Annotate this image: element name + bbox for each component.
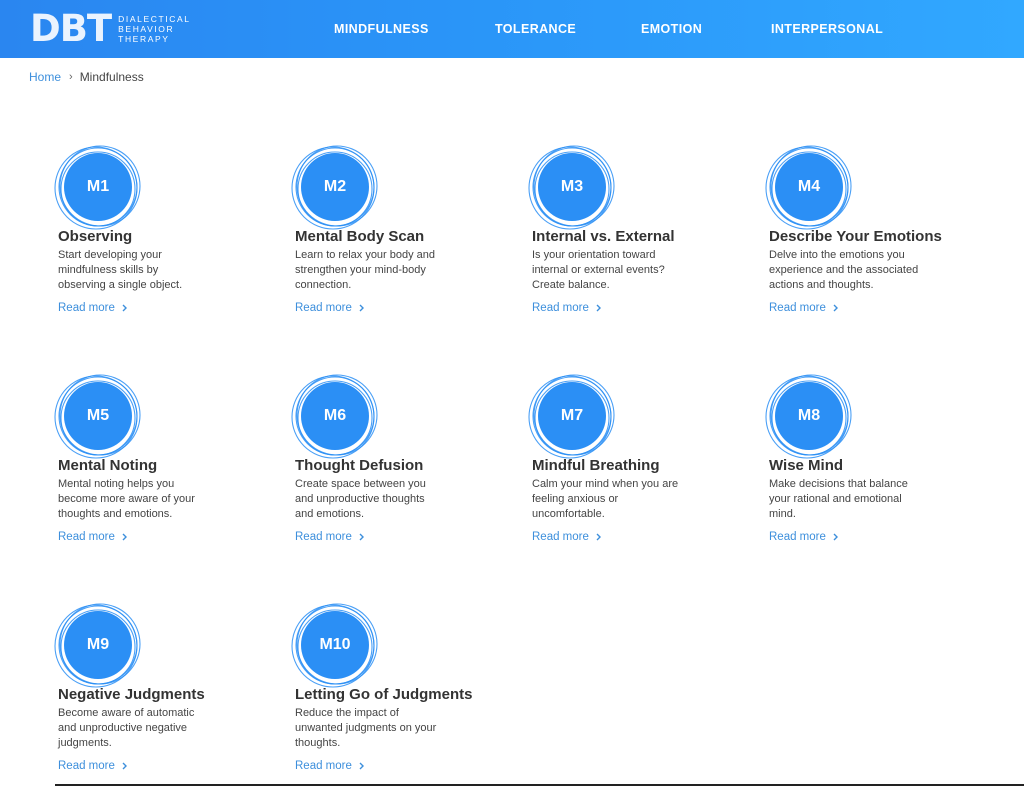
- read-more-label: Read more: [58, 531, 115, 543]
- module-title[interactable]: Negative Judgments: [58, 686, 205, 703]
- chevron-right-icon: [596, 533, 601, 541]
- module-badge-icon[interactable]: M3: [524, 139, 620, 235]
- module-description: Mental noting helps you become more awar…: [58, 478, 195, 520]
- module-description: Start developing your mindfulness skills…: [58, 249, 183, 291]
- module-code: M9: [64, 611, 132, 679]
- nav-emotion[interactable]: EMOTION: [641, 22, 702, 36]
- read-more-label: Read more: [58, 760, 115, 772]
- chevron-right-icon: [833, 304, 838, 312]
- module-badge-icon[interactable]: M4: [761, 139, 857, 235]
- module-code: M3: [538, 153, 606, 221]
- read-more-label: Read more: [769, 302, 826, 314]
- module-description: Reduce the impact of unwanted judgments …: [295, 707, 437, 749]
- module-title[interactable]: Wise Mind: [769, 457, 843, 474]
- read-more-label: Read more: [532, 531, 589, 543]
- chevron-right-icon: [359, 304, 364, 312]
- module-code: M2: [301, 153, 369, 221]
- module-badge-icon[interactable]: M10: [287, 597, 383, 693]
- module-title[interactable]: Observing: [58, 228, 132, 245]
- chevron-right-icon: [122, 304, 127, 312]
- chevron-right-icon: [122, 762, 127, 770]
- breadcrumb-home-link[interactable]: Home: [29, 70, 61, 84]
- read-more-link[interactable]: Read more: [58, 760, 127, 772]
- module-code: M7: [538, 382, 606, 450]
- module-badge-icon[interactable]: M5: [50, 368, 146, 464]
- module-code: M1: [64, 153, 132, 221]
- site-header: DBT DIALECTICAL BEHAVIOR THERAPY MINDFUL…: [0, 0, 1024, 58]
- chevron-right-icon: [359, 762, 364, 770]
- module-title[interactable]: Describe Your Emotions: [769, 228, 942, 245]
- nav-tolerance[interactable]: TOLERANCE: [495, 22, 576, 36]
- nav-mindfulness[interactable]: MINDFULNESS: [334, 22, 429, 36]
- module-description: Make decisions that balance your rationa…: [769, 478, 908, 520]
- module-badge-icon[interactable]: M7: [524, 368, 620, 464]
- module-title[interactable]: Mental Body Scan: [295, 228, 424, 245]
- read-more-link[interactable]: Read more: [769, 531, 838, 543]
- module-title[interactable]: Mindful Breathing: [532, 457, 660, 474]
- module-badge-icon[interactable]: M2: [287, 139, 383, 235]
- read-more-link[interactable]: Read more: [295, 531, 364, 543]
- module-badge-icon[interactable]: M8: [761, 368, 857, 464]
- chevron-right-icon: [596, 304, 601, 312]
- breadcrumb-chevron-icon: ›: [69, 71, 73, 83]
- module-title[interactable]: Letting Go of Judgments: [295, 686, 473, 703]
- read-more-link[interactable]: Read more: [532, 531, 601, 543]
- module-description: Calm your mind when you are feeling anxi…: [532, 478, 679, 520]
- nav-interpersonal[interactable]: INTERPERSONAL: [771, 22, 883, 36]
- read-more-label: Read more: [295, 531, 352, 543]
- read-more-label: Read more: [295, 302, 352, 314]
- module-badge-icon[interactable]: M6: [287, 368, 383, 464]
- module-code: M10: [301, 611, 369, 679]
- module-code: M8: [775, 382, 843, 450]
- module-code: M6: [301, 382, 369, 450]
- chevron-right-icon: [122, 533, 127, 541]
- module-description: Delve into the emotions you experience a…: [769, 249, 919, 291]
- module-description: Is your orientation toward internal or e…: [532, 249, 665, 291]
- module-code: M5: [64, 382, 132, 450]
- module-description: Create space between you and unproductiv…: [295, 478, 426, 520]
- read-more-link[interactable]: Read more: [532, 302, 601, 314]
- breadcrumb: Home › Mindfulness: [29, 70, 144, 84]
- read-more-label: Read more: [532, 302, 589, 314]
- module-code: M4: [775, 153, 843, 221]
- module-title[interactable]: Internal vs. External: [532, 228, 675, 245]
- read-more-link[interactable]: Read more: [58, 531, 127, 543]
- read-more-label: Read more: [295, 760, 352, 772]
- module-badge-icon[interactable]: M1: [50, 139, 146, 235]
- read-more-link[interactable]: Read more: [769, 302, 838, 314]
- module-description: Become aware of automatic and unproducti…: [58, 707, 195, 749]
- read-more-link[interactable]: Read more: [295, 760, 364, 772]
- module-title[interactable]: Mental Noting: [58, 457, 157, 474]
- module-title[interactable]: Thought Defusion: [295, 457, 423, 474]
- read-more-link[interactable]: Read more: [295, 302, 364, 314]
- breadcrumb-current: Mindfulness: [79, 70, 144, 84]
- module-badge-icon[interactable]: M9: [50, 597, 146, 693]
- module-description: Learn to relax your body and strengthen …: [295, 249, 436, 291]
- chevron-right-icon: [359, 533, 364, 541]
- chevron-right-icon: [833, 533, 838, 541]
- main-nav: MINDFULNESS TOLERANCE EMOTION INTERPERSO…: [0, 0, 1024, 58]
- read-more-label: Read more: [769, 531, 826, 543]
- read-more-label: Read more: [58, 302, 115, 314]
- read-more-link[interactable]: Read more: [58, 302, 127, 314]
